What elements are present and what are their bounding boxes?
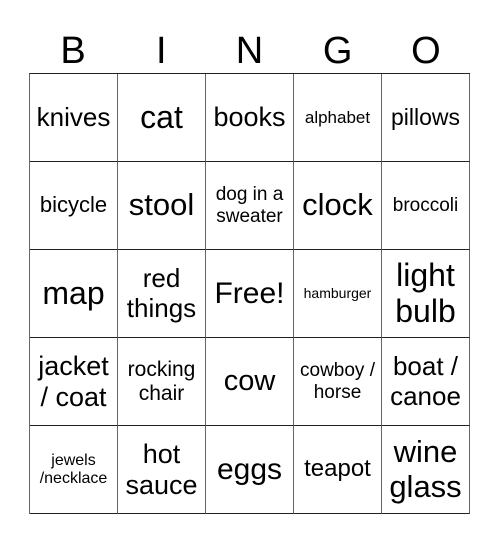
bingo-cell[interactable]: boat / canoe — [382, 338, 470, 426]
bingo-cell[interactable]: broccoli — [382, 162, 470, 250]
bingo-grid: knives cat books alphabet pillows bicycl… — [29, 73, 470, 514]
free-space[interactable]: Free! — [206, 250, 294, 338]
bingo-cell[interactable]: wine glass — [382, 426, 470, 514]
bingo-cell[interactable]: eggs — [206, 426, 294, 514]
header-letter-i: I — [156, 30, 167, 72]
bingo-cell[interactable]: bicycle — [30, 162, 118, 250]
bingo-cell[interactable]: hot sauce — [118, 426, 206, 514]
bingo-cell[interactable]: light bulb — [382, 250, 470, 338]
bingo-cell[interactable]: clock — [294, 162, 382, 250]
header-letter-n: N — [235, 30, 264, 72]
bingo-cell[interactable]: red things — [118, 250, 206, 338]
bingo-cell[interactable]: cat — [118, 74, 206, 162]
bingo-cell[interactable]: alphabet — [294, 74, 382, 162]
bingo-header: B I N G O — [29, 30, 470, 73]
bingo-cell[interactable]: pillows — [382, 74, 470, 162]
bingo-cell[interactable]: hamburger — [294, 250, 382, 338]
bingo-cell[interactable]: jewels /necklace — [30, 426, 118, 514]
bingo-cell[interactable]: teapot — [294, 426, 382, 514]
bingo-cell[interactable]: cow — [206, 338, 294, 426]
header-letter-g: G — [322, 30, 353, 72]
header-letter-o: O — [411, 30, 441, 72]
bingo-cell[interactable]: stool — [118, 162, 206, 250]
bingo-cell[interactable]: dog in a sweater — [206, 162, 294, 250]
bingo-cell[interactable]: rocking chair — [118, 338, 206, 426]
bingo-cell[interactable]: cowboy / horse — [294, 338, 382, 426]
bingo-cell[interactable]: knives — [30, 74, 118, 162]
header-letter-b: B — [60, 30, 86, 72]
bingo-cell[interactable]: jacket / coat — [30, 338, 118, 426]
bingo-cell[interactable]: map — [30, 250, 118, 338]
bingo-cell[interactable]: books — [206, 74, 294, 162]
